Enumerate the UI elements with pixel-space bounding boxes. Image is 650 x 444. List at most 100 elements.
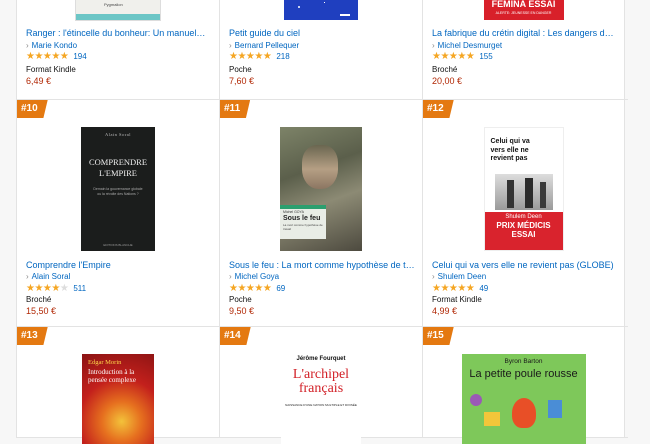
product-row: #10 Alain Soral COMPRENDRE L'EMPIRE Dema… (16, 100, 628, 327)
rank-badge: #12 (423, 100, 454, 118)
rating-stars[interactable]: ★★★★★ 194 (26, 51, 87, 62)
cover-subtitle: NAISSANCE D'UNE NATION MULTIPLE ET DIVIS… (285, 403, 357, 407)
product-row: #13 Edgar Morin Introduction à la pensée… (16, 327, 628, 444)
product-author[interactable]: › Michel Desmurget (432, 41, 502, 50)
author-name[interactable]: Bernard Pellequer (235, 41, 299, 50)
book-cover[interactable]: Michel GOYA Sous le feu La mort comme hy… (280, 127, 362, 251)
cover-subtitle: La mort comme hypothèse de travail (283, 223, 323, 231)
star-icon: ★★★★ (26, 283, 60, 294)
cover-title: La petite poule rousse (469, 368, 578, 380)
cover-publisher: Pygmalion (104, 2, 123, 7)
product-price[interactable]: 9,50 € (229, 306, 254, 316)
cover-title: COMPRENDRE L'EMPIRE (88, 157, 148, 178)
product-card: Petit guide du ciel › Bernard Pellequer ★… (219, 0, 422, 99)
review-count[interactable]: 69 (276, 284, 285, 293)
cover-subtitle: ALERTE: JEUNESSE EN DANGER (495, 11, 552, 15)
product-card: #13 Edgar Morin Introduction à la pensée… (16, 327, 219, 444)
star-empty-icon: ★ (59, 283, 69, 294)
book-cover[interactable] (284, 0, 358, 20)
product-format[interactable]: Poche (229, 295, 252, 304)
review-count[interactable]: 155 (479, 52, 492, 61)
chevron-right-icon: › (26, 272, 29, 281)
product-format[interactable]: Broché (432, 65, 457, 74)
chevron-right-icon: › (432, 272, 435, 281)
product-title[interactable]: Comprendre l'Empire (26, 260, 213, 270)
product-author[interactable]: › Alain Soral (26, 272, 70, 281)
cover-author: Alain Soral (104, 132, 132, 137)
cover-title: Celui qui va vers elle ne revient pas (490, 138, 530, 162)
product-card: #15 Byron Barton La petite poule rousse (422, 327, 625, 444)
book-cover[interactable]: Pygmalion (75, 0, 161, 21)
product-author[interactable]: › Shulem Deen (432, 272, 486, 281)
product-card: FEMINA ESSAI ALERTE: JEUNESSE EN DANGER … (422, 0, 625, 99)
chevron-right-icon: › (432, 41, 435, 50)
review-count[interactable]: 49 (479, 284, 488, 293)
rank-badge: #14 (220, 327, 251, 345)
cover-title: Introduction à la pensée complexe (88, 368, 137, 384)
cover-publisher: EDITIONS BLANCHE (103, 243, 133, 247)
author-name[interactable]: Marie Kondo (32, 41, 77, 50)
rating-stars[interactable]: ★★★★★ 49 (432, 283, 488, 294)
rating-stars[interactable]: ★★★★★ 218 (229, 51, 290, 62)
product-format[interactable]: Format Kindle (26, 65, 76, 74)
cover-author: Jérôme Fourquet (296, 356, 346, 362)
rank-badge: #10 (17, 100, 48, 118)
product-price[interactable]: 20,00 € (432, 76, 462, 86)
chevron-right-icon: › (26, 41, 29, 50)
star-icon: ★★★★★ (26, 51, 69, 62)
rating-stars[interactable]: ★★★★★ 155 (432, 51, 493, 62)
product-format[interactable]: Format Kindle (432, 295, 482, 304)
rating-stars[interactable]: ★★★★★ 69 (229, 283, 285, 294)
product-title[interactable]: Petit guide du ciel (229, 28, 416, 38)
product-title[interactable]: Celui qui va vers elle ne revient pas (G… (432, 260, 618, 270)
product-price[interactable]: 15,50 € (26, 306, 56, 316)
cover-title: Sous le feu (283, 215, 321, 222)
author-name[interactable]: Michel Goya (235, 272, 279, 281)
book-cover[interactable]: FEMINA ESSAI ALERTE: JEUNESSE EN DANGER (483, 0, 564, 20)
product-price[interactable]: 4,99 € (432, 306, 457, 316)
product-author[interactable]: › Michel Goya (229, 272, 279, 281)
review-count[interactable]: 218 (276, 52, 289, 61)
book-cover[interactable]: Celui qui va vers elle ne revient pas Sh… (483, 127, 564, 251)
book-cover[interactable]: Edgar Morin Introduction à la pensée com… (82, 354, 154, 444)
product-card: Pygmalion Ranger : l'étincelle du bonheu… (16, 0, 219, 99)
author-name[interactable]: Alain Soral (32, 272, 71, 281)
cover-title: FEMINA ESSAI (491, 0, 556, 9)
product-price[interactable]: 6,49 € (26, 76, 51, 86)
product-format[interactable]: Broché (26, 295, 51, 304)
product-title[interactable]: La fabrique du crétin digital : Les dang… (432, 28, 618, 38)
book-cover[interactable]: Byron Barton La petite poule rousse (461, 354, 586, 444)
cover-author: Byron Barton (504, 358, 543, 365)
book-cover[interactable]: Jérôme Fourquet L'archipel français NAIS… (281, 354, 361, 444)
product-card: #12 Celui qui va vers elle ne revient pa… (422, 100, 625, 326)
book-cover[interactable]: Alain Soral COMPRENDRE L'EMPIRE Demain l… (81, 127, 155, 251)
product-author[interactable]: › Marie Kondo (26, 41, 77, 50)
rank-badge: #13 (17, 327, 48, 345)
product-title[interactable]: Sous le feu : La mort comme hypothèse de… (229, 260, 416, 270)
product-author[interactable]: › Bernard Pellequer (229, 41, 299, 50)
rank-badge: #11 (220, 100, 251, 118)
rank-badge: #15 (423, 327, 454, 345)
star-icon: ★★★★★ (432, 283, 475, 294)
cover-title: L'archipel français (292, 367, 350, 396)
star-icon: ★★★★★ (432, 51, 475, 62)
star-icon: ★★★★★ (229, 51, 272, 62)
review-count[interactable]: 194 (73, 52, 86, 61)
product-price[interactable]: 7,60 € (229, 76, 254, 86)
chevron-right-icon: › (229, 41, 232, 50)
star-icon: ★★★★★ (229, 283, 272, 294)
cover-author: Edgar Morin (88, 359, 122, 366)
product-title[interactable]: Ranger : l'étincelle du bonheur: Un manu… (26, 28, 213, 38)
author-name[interactable]: Michel Desmurget (438, 41, 502, 50)
product-row: Pygmalion Ranger : l'étincelle du bonheu… (16, 0, 628, 100)
product-card: #10 Alain Soral COMPRENDRE L'EMPIRE Dema… (16, 100, 219, 326)
cover-subtitle: Demain la gouvernance globale ou la révo… (93, 187, 143, 196)
rating-stars[interactable]: ★★★★★ 511 (26, 283, 86, 294)
review-count[interactable]: 511 (73, 284, 86, 293)
cover-prize: PRIX MÉDICIS ESSAI (496, 221, 551, 239)
chevron-right-icon: › (229, 272, 232, 281)
author-name[interactable]: Shulem Deen (438, 272, 486, 281)
product-card: #14 Jérôme Fourquet L'archipel français … (219, 327, 422, 444)
bestseller-grid: Pygmalion Ranger : l'étincelle du bonheu… (16, 0, 628, 444)
product-format[interactable]: Poche (229, 65, 252, 74)
